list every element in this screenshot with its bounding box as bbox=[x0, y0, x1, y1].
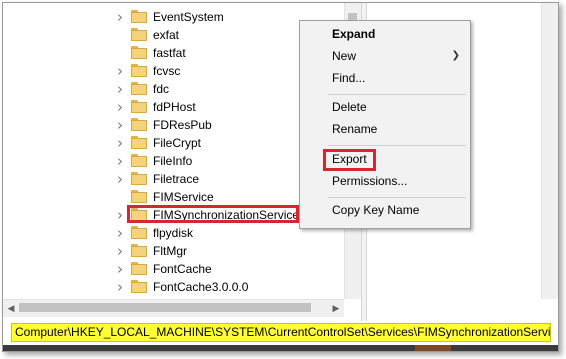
tree-item[interactable]: › FileCrypt bbox=[3, 134, 343, 152]
folder-icon bbox=[131, 100, 147, 113]
chevron-right-icon[interactable]: › bbox=[115, 100, 125, 115]
folder-icon bbox=[131, 28, 147, 41]
address-bar[interactable]: Computer\HKEY_LOCAL_MACHINE\SYSTEM\Curre… bbox=[11, 323, 551, 342]
tree-item-label: flpydisk bbox=[153, 226, 194, 240]
tree-item-label: FontCache bbox=[153, 262, 212, 276]
chevron-right-icon[interactable]: › bbox=[115, 154, 125, 169]
tree-item-label: FIMService bbox=[153, 190, 214, 204]
tree-item-label: EventSystem bbox=[153, 10, 224, 24]
tree-item-label: FileInfo bbox=[153, 154, 193, 168]
context-menu: Expand New ❯ Find... Delete Rename Export… bbox=[299, 20, 471, 229]
taskbar-accent bbox=[415, 345, 451, 351]
tree-item[interactable]: › FDResPub bbox=[3, 116, 343, 134]
chevron-right-icon[interactable]: › bbox=[115, 244, 125, 259]
menu-item-new-label: New bbox=[332, 49, 357, 63]
tree-item[interactable]: › EventSystem bbox=[3, 8, 343, 26]
menu-item-copy-key-name-label: Copy Key Name bbox=[332, 203, 420, 217]
tree-item[interactable]: › fdPHost bbox=[3, 98, 343, 116]
folder-icon bbox=[131, 10, 147, 23]
tree-item-label: Filetrace bbox=[153, 172, 200, 186]
tree-item[interactable]: exfat bbox=[3, 26, 343, 44]
chevron-right-icon[interactable]: › bbox=[115, 262, 125, 277]
chevron-right-icon[interactable]: › bbox=[115, 280, 125, 295]
chevron-right-icon[interactable]: › bbox=[115, 82, 125, 97]
chevron-right-icon[interactable]: › bbox=[115, 64, 125, 79]
chevron-right-icon[interactable]: › bbox=[115, 226, 125, 241]
address-path: Computer\HKEY_LOCAL_MACHINE\SYSTEM\Curre… bbox=[15, 325, 551, 339]
tree-item[interactable]: › FltMgr bbox=[3, 242, 343, 260]
scroll-left-arrow-icon[interactable]: ◀ bbox=[6, 303, 16, 313]
tree-item-label: FDResPub bbox=[153, 118, 212, 132]
tree-item[interactable]: › fcvsc bbox=[3, 62, 343, 80]
chevron-right-icon[interactable]: › bbox=[115, 10, 125, 25]
tree-item-label: exfat bbox=[153, 28, 180, 42]
taskbar-strip bbox=[3, 345, 558, 351]
tree-item[interactable]: › fdc bbox=[3, 80, 343, 98]
tree-horizontal-scroll-thumb[interactable] bbox=[19, 303, 311, 312]
menu-item-delete[interactable]: Delete bbox=[300, 96, 470, 118]
tree-item[interactable]: › FontCache3.0.0.0 bbox=[3, 278, 343, 296]
menu-item-rename-label: Rename bbox=[332, 122, 378, 136]
tree-item-label: fdPHost bbox=[153, 100, 196, 114]
tree-item-label: fastfat bbox=[153, 46, 186, 60]
menu-separator bbox=[328, 197, 466, 198]
registry-editor-window: › EventSystem exfat fastfat › fcvsc › fdc › fdPHo… bbox=[2, 2, 559, 352]
menu-item-copy-key-name[interactable]: Copy Key Name bbox=[300, 199, 470, 221]
menu-separator bbox=[328, 94, 466, 95]
tree-item[interactable]: › Filetrace bbox=[3, 170, 343, 188]
chevron-right-icon[interactable]: › bbox=[115, 118, 125, 133]
folder-icon bbox=[131, 154, 147, 167]
export-highlight-box bbox=[323, 149, 376, 171]
tree-item[interactable]: › FontCache bbox=[3, 260, 343, 278]
tree-item-label: fdc bbox=[153, 82, 170, 96]
tree-item[interactable]: › flpydisk bbox=[3, 224, 343, 242]
tree-item-selected[interactable]: › FIMSynchronizationService bbox=[3, 205, 343, 224]
tree-item-label: fcvsc bbox=[153, 64, 181, 78]
chevron-right-icon[interactable]: › bbox=[115, 136, 125, 151]
menu-separator bbox=[328, 145, 466, 146]
menu-item-delete-label: Delete bbox=[332, 100, 367, 114]
values-vertical-scrollbar[interactable] bbox=[541, 3, 558, 299]
folder-icon bbox=[131, 64, 147, 77]
tree-item[interactable]: › FileInfo bbox=[3, 152, 343, 170]
tree-item[interactable]: FIMService bbox=[3, 188, 343, 206]
tree-item-label: FltMgr bbox=[153, 244, 187, 258]
menu-item-find[interactable]: Find... bbox=[300, 67, 470, 89]
menu-item-rename[interactable]: Rename bbox=[300, 118, 470, 140]
menu-item-expand-label: Expand bbox=[332, 27, 376, 41]
menu-item-permissions[interactable]: Permissions... bbox=[300, 170, 470, 192]
folder-icon bbox=[131, 82, 147, 95]
folder-icon bbox=[131, 172, 147, 185]
folder-icon bbox=[131, 118, 147, 131]
scroll-right-arrow-icon[interactable]: ▶ bbox=[331, 303, 341, 313]
folder-icon bbox=[131, 190, 147, 203]
menu-item-permissions-label: Permissions... bbox=[332, 174, 408, 188]
selected-key-highlight-box bbox=[127, 205, 299, 223]
folder-icon bbox=[131, 280, 147, 293]
menu-item-new[interactable]: New ❯ bbox=[300, 45, 470, 67]
tree-item[interactable]: fastfat bbox=[3, 44, 343, 62]
chevron-right-icon[interactable]: › bbox=[115, 208, 125, 223]
folder-icon bbox=[131, 262, 147, 275]
folder-icon bbox=[131, 46, 147, 59]
folder-icon bbox=[131, 226, 147, 239]
menu-item-find-label: Find... bbox=[332, 71, 366, 85]
folder-icon bbox=[131, 244, 147, 257]
chevron-right-icon[interactable]: › bbox=[115, 172, 125, 187]
menu-item-expand[interactable]: Expand bbox=[300, 23, 470, 45]
tree-item-label: FileCrypt bbox=[153, 136, 202, 150]
submenu-chevron-right-icon: ❯ bbox=[451, 50, 460, 61]
folder-icon bbox=[131, 136, 147, 149]
tree-item-label: FontCache3.0.0.0 bbox=[153, 280, 249, 294]
